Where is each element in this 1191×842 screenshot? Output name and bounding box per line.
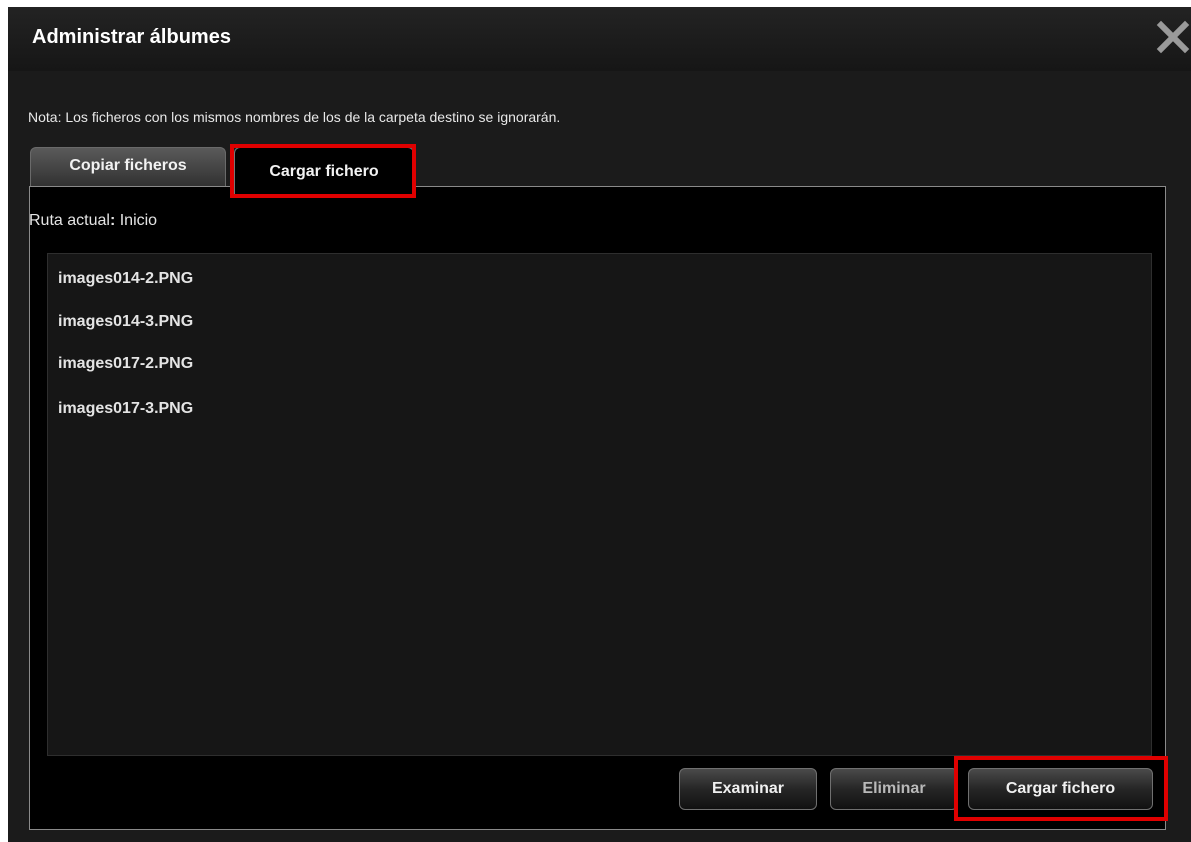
file-list[interactable]: images014-2.PNG images014-3.PNG images01… [47,253,1152,756]
current-path-colon: : [109,212,116,229]
delete-button[interactable]: Eliminar [830,768,958,810]
list-item[interactable]: images014-3.PNG [58,313,193,331]
current-path-label: Ruta actual [29,212,110,229]
current-path-value: Inicio [119,212,158,229]
dialog-title: Administrar álbumes [32,26,231,48]
tab-copy-files[interactable]: Copiar ficheros [30,147,226,191]
upload-file-button[interactable]: Cargar fichero [968,768,1153,810]
list-item[interactable]: images014-2.PNG [58,270,193,288]
note-text: Nota: Los ficheros con los mismos nombre… [28,109,561,125]
tab-upload-file[interactable]: Cargar fichero [234,147,414,197]
list-item[interactable]: images017-3.PNG [58,400,193,418]
current-path: Ruta actual: Inicio [29,212,157,230]
dialog-titlebar: Administrar álbumes [8,7,1191,71]
manage-albums-dialog: Administrar álbumes Nota: Los ficheros c… [8,7,1191,842]
list-item[interactable]: images017-2.PNG [58,355,193,373]
close-icon[interactable] [1155,19,1191,55]
browse-button[interactable]: Examinar [679,768,817,810]
